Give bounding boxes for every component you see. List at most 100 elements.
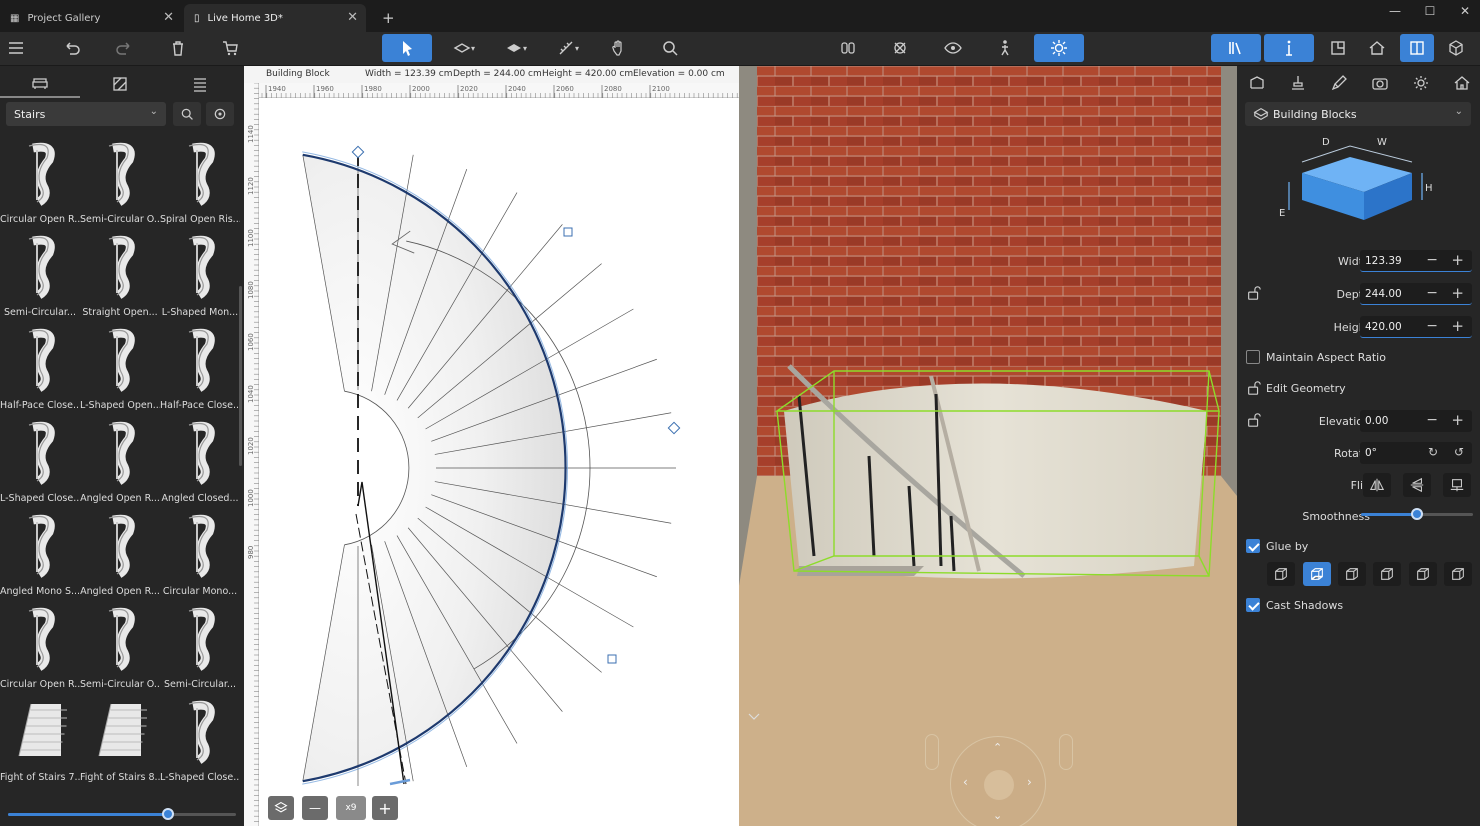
maintain-aspect-checkbox[interactable] xyxy=(1246,350,1260,364)
maximize-button[interactable]: ☐ xyxy=(1415,4,1445,24)
flip-horizontal-button[interactable] xyxy=(1363,473,1391,497)
smoothness-knob[interactable] xyxy=(1411,508,1423,520)
tab-project[interactable] xyxy=(1447,72,1477,94)
tab-materials-edit[interactable] xyxy=(1324,72,1354,94)
stair-item[interactable]: L-Shaped Open... xyxy=(80,324,160,417)
arrow-right-icon[interactable]: › xyxy=(1027,775,1032,789)
stair-item[interactable]: Half-Pace Close... xyxy=(0,324,80,417)
category-select[interactable]: Stairs ⌄ xyxy=(6,102,166,126)
tab-camera[interactable] xyxy=(1365,72,1395,94)
stair-item[interactable]: L-Shaped Close... xyxy=(0,417,80,510)
stair-item[interactable]: Fight of Stairs 7... xyxy=(0,696,80,789)
stair-item[interactable]: Circular Mono... xyxy=(160,510,240,603)
tab-list[interactable] xyxy=(160,70,240,98)
depth-field[interactable]: 244.00 − + xyxy=(1360,283,1472,305)
tab-objects[interactable] xyxy=(0,70,80,98)
wall-tool-button[interactable]: ▾ xyxy=(444,34,484,62)
zoom-level[interactable]: x9 xyxy=(336,796,366,820)
layers-button[interactable] xyxy=(268,796,294,820)
stair-item[interactable]: Straight Open... xyxy=(80,231,160,324)
walkthrough-button[interactable] xyxy=(989,34,1021,62)
library-search-button[interactable] xyxy=(173,102,201,126)
store-button[interactable] xyxy=(214,34,246,62)
decrement-height-button[interactable]: − xyxy=(1426,318,1438,334)
stair-item[interactable]: Fight of Stairs 8... xyxy=(80,696,160,789)
stair-item[interactable]: Semi-Circular... xyxy=(160,603,240,696)
close-icon[interactable]: ✕ xyxy=(163,10,174,25)
rotate-ccw-icon[interactable]: ↺ xyxy=(1454,445,1464,459)
navigation-center[interactable] xyxy=(984,770,1014,800)
stair-item[interactable]: Angled Open R... xyxy=(80,417,160,510)
zoom-in-button[interactable]: + xyxy=(372,796,398,820)
glue-left-button[interactable] xyxy=(1373,562,1401,586)
increment-elevation-button[interactable]: + xyxy=(1451,411,1464,429)
object-type-select[interactable]: Building Blocks ⌄ xyxy=(1245,102,1471,126)
spiral-stair-plan[interactable] xyxy=(302,145,681,786)
flip-vertical-button[interactable] xyxy=(1403,473,1431,497)
increment-height-button[interactable]: + xyxy=(1451,317,1464,335)
elevation-control[interactable] xyxy=(925,734,939,770)
stair-item[interactable]: Circular Open R... xyxy=(0,138,80,231)
visibility-button[interactable] xyxy=(937,34,969,62)
elevation-field[interactable]: 0.00 − + xyxy=(1360,410,1472,432)
flip-depth-button[interactable] xyxy=(1443,473,1471,497)
minimize-button[interactable]: — xyxy=(1380,4,1410,24)
group-button[interactable] xyxy=(832,34,864,62)
library-scrollbar[interactable] xyxy=(239,286,242,466)
stair-item[interactable]: Angled Mono S... xyxy=(0,510,80,603)
delete-button[interactable] xyxy=(162,34,194,62)
smoothness-slider[interactable] xyxy=(1361,508,1473,520)
glue-none-button[interactable] xyxy=(1267,562,1295,586)
tab-stamp[interactable] xyxy=(1283,72,1313,94)
menu-button[interactable] xyxy=(0,34,32,62)
stair-item[interactable]: Semi-Circular O... xyxy=(80,603,160,696)
ungroup-button[interactable] xyxy=(884,34,916,62)
close-window-button[interactable]: ✕ xyxy=(1450,4,1480,24)
filter-button[interactable] xyxy=(206,102,234,126)
tab-project-gallery[interactable]: ▦ Project Gallery ✕ xyxy=(0,4,182,32)
glue-back-button[interactable] xyxy=(1338,562,1366,586)
room-tool-button[interactable]: ▾ xyxy=(496,34,536,62)
edit-geometry-label[interactable]: Edit Geometry xyxy=(1266,382,1346,395)
resize-handle[interactable] xyxy=(667,421,681,435)
decrement-width-button[interactable]: − xyxy=(1426,252,1438,268)
stair-item[interactable]: L-Shaped Mon... xyxy=(160,231,240,324)
rotate-field[interactable]: 0° ↻ ↺ xyxy=(1360,442,1472,464)
split-view-button[interactable] xyxy=(1400,34,1434,62)
arrow-up-icon[interactable]: ⌃ xyxy=(993,741,1002,754)
tab-object-settings[interactable] xyxy=(1242,72,1272,94)
stair-item[interactable]: Circular Open R... xyxy=(0,603,80,696)
thumbnail-size-slider[interactable] xyxy=(8,808,236,820)
stair-item[interactable]: Semi-Circular O... xyxy=(80,138,160,231)
lighting-button[interactable] xyxy=(1034,34,1084,62)
edit-geometry-lock-icon[interactable] xyxy=(1246,380,1262,399)
resize-handle[interactable] xyxy=(351,145,365,159)
lock-icon[interactable] xyxy=(1246,285,1262,304)
undo-button[interactable] xyxy=(56,34,88,62)
redo-button[interactable] xyxy=(108,34,140,62)
stair-item[interactable]: Half-Pace Close... xyxy=(160,324,240,417)
arrow-left-icon[interactable]: ‹ xyxy=(963,775,968,789)
library-button[interactable] xyxy=(1211,34,1261,62)
plan-view-button[interactable] xyxy=(1322,34,1354,62)
slider-knob[interactable] xyxy=(161,808,174,820)
pan-tool-button[interactable] xyxy=(602,34,634,62)
new-tab-button[interactable]: + xyxy=(372,4,402,32)
glue-bottom-button[interactable] xyxy=(1303,562,1331,586)
glue-front-button[interactable] xyxy=(1444,562,1472,586)
tab-light[interactable] xyxy=(1406,72,1436,94)
width-field[interactable]: 123.39 − + xyxy=(1360,250,1472,272)
tab-materials[interactable] xyxy=(80,70,160,98)
rotate-cw-icon[interactable]: ↻ xyxy=(1428,445,1438,459)
dimension-tool-button[interactable]: ▾ xyxy=(548,34,588,62)
3d-view[interactable]: ⌃ ⌄ ‹ › xyxy=(739,66,1237,826)
plan-view[interactable]: Building Block Width = 123.39 cm Depth =… xyxy=(244,66,739,826)
resize-handle[interactable] xyxy=(607,654,617,664)
tilt-control[interactable] xyxy=(1059,734,1073,770)
3d-view-button[interactable] xyxy=(1361,34,1393,62)
decrement-depth-button[interactable]: − xyxy=(1426,285,1438,301)
stair-item[interactable]: Semi-Circular... xyxy=(0,231,80,324)
object-view-button[interactable] xyxy=(1440,34,1472,62)
arrow-down-icon[interactable]: ⌄ xyxy=(993,809,1002,822)
stair-item[interactable]: Angled Closed... xyxy=(160,417,240,510)
